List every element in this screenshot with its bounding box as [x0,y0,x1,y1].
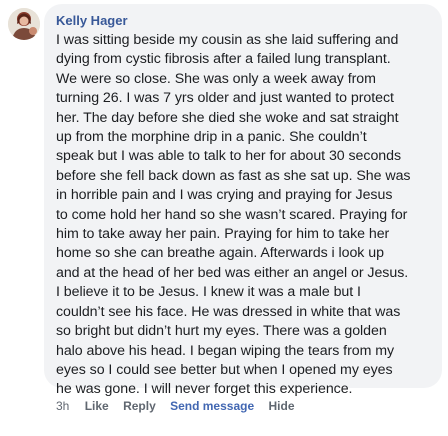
comment-author[interactable]: Kelly Hager [56,12,432,30]
avatar[interactable] [8,8,40,40]
comment-timestamp[interactable]: 3h [56,398,69,414]
reply-button[interactable]: Reply [123,398,156,414]
like-button[interactable]: Like [85,398,109,414]
comment-actions: 3h Like Reply Send message Hide [56,398,306,414]
send-message-button[interactable]: Send message [170,398,254,414]
hide-button[interactable]: Hide [268,398,294,414]
comment-bubble: Kelly Hager I was sitting beside my cous… [44,4,442,397]
comment-text: I was sitting beside my cousin as she la… [56,32,411,398]
profile-photo-icon [8,8,40,40]
comment: Kelly Hager I was sitting beside my cous… [0,0,448,436]
